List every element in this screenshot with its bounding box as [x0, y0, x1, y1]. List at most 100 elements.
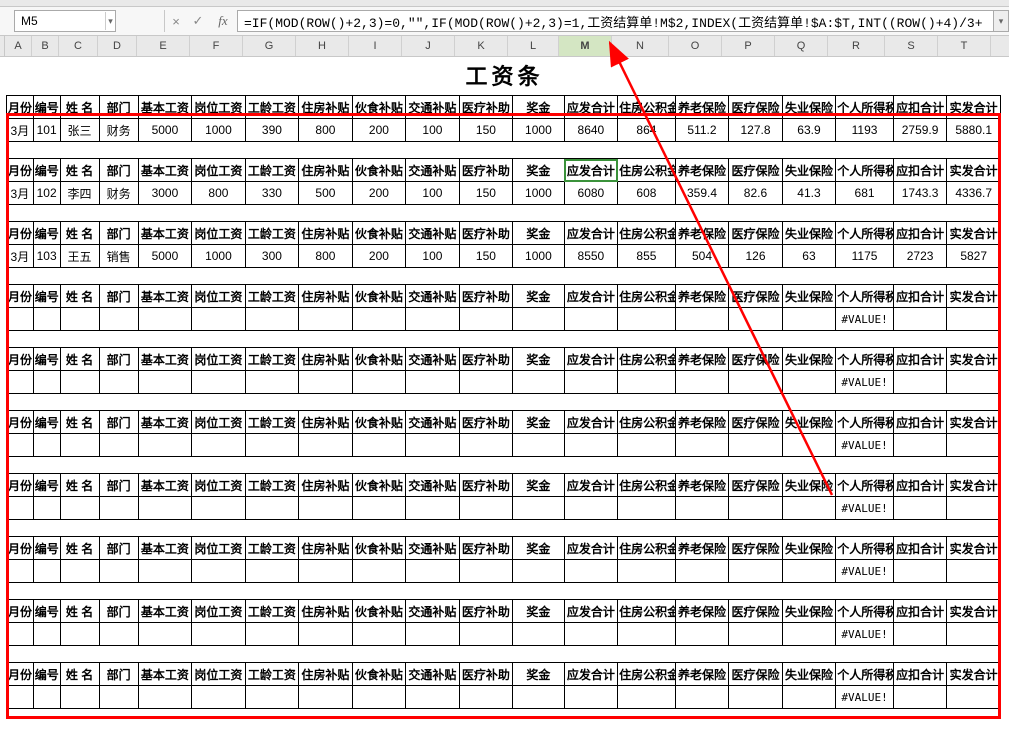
table-header-cell: 伙食补贴	[352, 600, 406, 623]
column-header-cell[interactable]: C	[59, 36, 98, 56]
table-cell	[893, 560, 947, 583]
table-cell	[947, 308, 1001, 331]
column-header-cell[interactable]: F	[190, 36, 243, 56]
table-cell	[99, 560, 138, 583]
column-header-cell[interactable]: D	[98, 36, 137, 56]
table-header-cell: 编号	[33, 285, 60, 308]
column-header-cell[interactable]: Q	[775, 36, 828, 56]
table-cell: 100	[406, 119, 460, 142]
column-header-cell[interactable]: T	[938, 36, 991, 56]
table-header-cell: 个人所得税	[836, 600, 894, 623]
table-header-cell: 月份	[7, 600, 34, 623]
column-header-cell[interactable]: E	[137, 36, 190, 56]
table-header-cell: 伙食补贴	[352, 222, 406, 245]
table-header-cell: 岗位工资	[192, 537, 246, 560]
table-header-cell: 医疗保险	[729, 285, 783, 308]
table-cell: 126	[729, 245, 783, 268]
table-header-cell: 工龄工资	[245, 537, 299, 560]
table-cell	[192, 623, 246, 646]
table-header-cell: 伙食补贴	[352, 411, 406, 434]
table-cell	[352, 434, 406, 457]
table-header-cell: 失业保险	[782, 537, 836, 560]
formula-input[interactable]	[237, 10, 994, 32]
table-cell: 2723	[893, 245, 947, 268]
table-cell	[564, 623, 618, 646]
table-header-cell: 医疗保险	[729, 474, 783, 497]
column-header-cell[interactable]: N	[612, 36, 669, 56]
table-header-cell: 养老保险	[675, 285, 729, 308]
table-header-cell: 应发合计	[564, 285, 618, 308]
column-header-cell[interactable]: B	[32, 36, 59, 56]
table-header-cell: 基本工资	[138, 348, 192, 371]
fx-icon[interactable]: fx	[209, 13, 237, 29]
column-header-cell[interactable]: P	[722, 36, 775, 56]
table-cell	[459, 686, 513, 709]
table-header-cell: 奖金	[513, 222, 564, 245]
table-cell	[564, 308, 618, 331]
table-header-cell: 岗位工资	[192, 663, 246, 686]
table-cell: 150	[459, 182, 513, 205]
table-cell	[947, 560, 1001, 583]
table-header-cell: 住房补贴	[299, 411, 353, 434]
table-cell	[60, 686, 99, 709]
name-box-dropdown-icon[interactable]: ▾	[105, 12, 115, 30]
column-header-cell[interactable]: H	[296, 36, 349, 56]
table-cell: 5000	[138, 245, 192, 268]
table-header-cell: 部门	[99, 159, 138, 182]
pay-slip-table: 月份编号姓 名部门基本工资岗位工资工龄工资住房补贴伙食补贴交通补贴医疗补助奖金应…	[6, 221, 1001, 268]
table-header-cell: 编号	[33, 411, 60, 434]
cancel-icon[interactable]: ×	[165, 14, 187, 29]
table-cell	[406, 623, 460, 646]
name-box-input[interactable]	[15, 12, 105, 30]
table-header-cell: 岗位工资	[192, 348, 246, 371]
table-header-cell: 个人所得税	[836, 411, 894, 434]
pay-slip-table: 月份编号姓 名部门基本工资岗位工资工龄工资住房补贴伙食补贴交通补贴医疗补助奖金应…	[6, 158, 1001, 205]
table-cell: 200	[352, 182, 406, 205]
table-header-cell: 住房公积金	[618, 285, 676, 308]
table-header-cell: 伙食补贴	[352, 96, 406, 119]
table-error-cell: #VALUE!	[836, 434, 894, 457]
column-header-cell[interactable]: O	[669, 36, 722, 56]
name-box[interactable]: ▾	[14, 10, 116, 32]
table-cell	[564, 560, 618, 583]
column-header-cell[interactable]: I	[349, 36, 402, 56]
table-header-cell: 应发合计	[564, 411, 618, 434]
table-header-cell: 个人所得税	[836, 222, 894, 245]
table-header-cell: 个人所得税	[836, 159, 894, 182]
table-cell	[299, 560, 353, 583]
table-cell	[33, 371, 60, 394]
table-header-cell: 住房补贴	[299, 663, 353, 686]
column-header-cell[interactable]: K	[455, 36, 508, 56]
column-header-cell[interactable]: J	[402, 36, 455, 56]
formula-expand-icon[interactable]: ▾	[994, 10, 1009, 32]
column-header-cell[interactable]: S	[885, 36, 938, 56]
table-cell	[947, 497, 1001, 520]
table-cell	[192, 686, 246, 709]
table-header-cell: 编号	[33, 474, 60, 497]
table-header-cell: 医疗保险	[729, 663, 783, 686]
table-error-cell: #VALUE!	[836, 560, 894, 583]
column-header-cell[interactable]: A	[5, 36, 32, 56]
column-header-cell[interactable]: R	[828, 36, 885, 56]
table-cell	[675, 686, 729, 709]
table-cell	[60, 560, 99, 583]
column-header-cell[interactable]: G	[243, 36, 296, 56]
table-cell	[618, 434, 676, 457]
table-cell	[33, 308, 60, 331]
table-cell: 504	[675, 245, 729, 268]
table-cell	[33, 686, 60, 709]
column-header-cell[interactable]: M	[559, 36, 612, 56]
table-cell	[406, 497, 460, 520]
table-cell	[618, 560, 676, 583]
table-header-cell: 应扣合计	[893, 411, 947, 434]
table-cell	[138, 560, 192, 583]
column-header-cell[interactable]: L	[508, 36, 559, 56]
table-cell: 800	[299, 119, 353, 142]
table-header-cell: 医疗补助	[459, 537, 513, 560]
enter-icon[interactable]: ✓	[187, 13, 209, 29]
table-cell	[406, 371, 460, 394]
table-header-cell: 交通补贴	[406, 411, 460, 434]
table-header-cell: 医疗补助	[459, 348, 513, 371]
table-cell	[893, 497, 947, 520]
table-header-cell: 交通补贴	[406, 96, 460, 119]
